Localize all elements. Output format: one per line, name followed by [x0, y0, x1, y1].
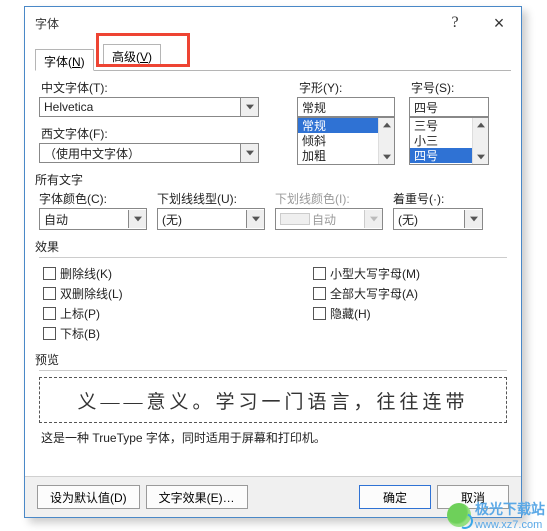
ok-button[interactable]: 确定 — [359, 485, 431, 509]
chevron-down-icon — [364, 210, 382, 228]
emphasis-label: 着重号(·): — [393, 190, 483, 208]
effects-header: 效果 — [35, 238, 507, 255]
watermark-url: www.xz7.com — [475, 519, 545, 531]
scroll-down-icon[interactable] — [379, 150, 394, 164]
window-title: 字体 — [35, 15, 433, 32]
ulcolor-label: 下划线颜色(I): — [275, 190, 383, 208]
scrollbar[interactable] — [472, 118, 488, 164]
preview-description: 这是一种 TrueType 字体，同时适用于屏幕和打印机。 — [41, 429, 507, 446]
style-input[interactable]: 常规 — [297, 97, 395, 117]
dblstrike-checkbox[interactable]: 双删除线(L) — [43, 285, 123, 302]
set-default-button[interactable]: 设为默认值(D) — [37, 485, 140, 509]
all-text-header: 所有文字 — [35, 171, 507, 188]
tabs: 字体(N) 高级(V) — [35, 43, 511, 71]
chevron-down-icon[interactable] — [128, 210, 146, 228]
watermark-text: 极光下载站 — [475, 499, 545, 519]
text-effects-button[interactable]: 文字效果(E)… — [146, 485, 248, 509]
style-label: 字形(Y): — [297, 75, 395, 97]
tab-font[interactable]: 字体(N) — [35, 49, 94, 71]
ulstyle-label: 下划线线型(U): — [157, 190, 265, 208]
scroll-down-icon[interactable] — [473, 150, 488, 164]
ulstyle-dropdown[interactable]: (无) — [157, 208, 265, 230]
size-label: 字号(S): — [409, 75, 489, 97]
allcaps-checkbox[interactable]: 全部大写字母(A) — [313, 285, 418, 302]
westfont-label: 西文字体(F): — [39, 121, 277, 143]
scroll-up-icon[interactable] — [473, 118, 488, 132]
ulcolor-dropdown: 自动 — [275, 208, 383, 230]
smallcaps-checkbox[interactable]: 小型大写字母(M) — [313, 265, 420, 282]
preview-box: 义——意义。学习一门语言，往往连带 — [39, 377, 507, 423]
chevron-down-icon[interactable] — [246, 210, 264, 228]
watermark-icon — [447, 503, 471, 527]
fontcolor-label: 字体颜色(C): — [39, 190, 147, 208]
font-dialog: 字体 ? × 字体(N) 高级(V) 中文字体(T): Helvetica 西文… — [24, 6, 522, 518]
strike-checkbox[interactable]: 删除线(K) — [43, 265, 112, 282]
cnfont-dropdown[interactable]: Helvetica — [39, 97, 259, 117]
style-listbox[interactable]: 常规 倾斜 加粗 — [297, 117, 395, 165]
westfont-value: （使用中文字体） — [44, 145, 240, 162]
preview-header: 预览 — [35, 351, 507, 368]
watermark: 极光下载站 www.xz7.com — [447, 499, 545, 531]
scroll-up-icon[interactable] — [379, 118, 394, 132]
close-button[interactable]: × — [477, 9, 521, 37]
size-listbox[interactable]: 三号 小三 四号 — [409, 117, 489, 165]
color-swatch — [280, 213, 310, 225]
superscript-checkbox[interactable]: 上标(P) — [43, 305, 100, 322]
titlebar: 字体 ? × — [25, 7, 521, 39]
subscript-checkbox[interactable]: 下标(B) — [43, 325, 100, 342]
preview-text: 义——意义。学习一门语言，往往连带 — [39, 377, 507, 423]
chevron-down-icon[interactable] — [464, 210, 482, 228]
emphasis-dropdown[interactable]: (无) — [393, 208, 483, 230]
cnfont-value: Helvetica — [44, 100, 240, 114]
scrollbar[interactable] — [378, 118, 394, 164]
westfont-dropdown[interactable]: （使用中文字体） — [39, 143, 259, 163]
help-button[interactable]: ? — [433, 9, 477, 37]
cnfont-label: 中文字体(T): — [39, 75, 277, 97]
size-input[interactable]: 四号 — [409, 97, 489, 117]
chevron-down-icon[interactable] — [240, 98, 258, 116]
fontcolor-dropdown[interactable]: 自动 — [39, 208, 147, 230]
hidden-checkbox[interactable]: 隐藏(H) — [313, 305, 371, 322]
chevron-down-icon[interactable] — [240, 144, 258, 162]
tab-advanced[interactable]: 高级(V) — [103, 44, 161, 66]
